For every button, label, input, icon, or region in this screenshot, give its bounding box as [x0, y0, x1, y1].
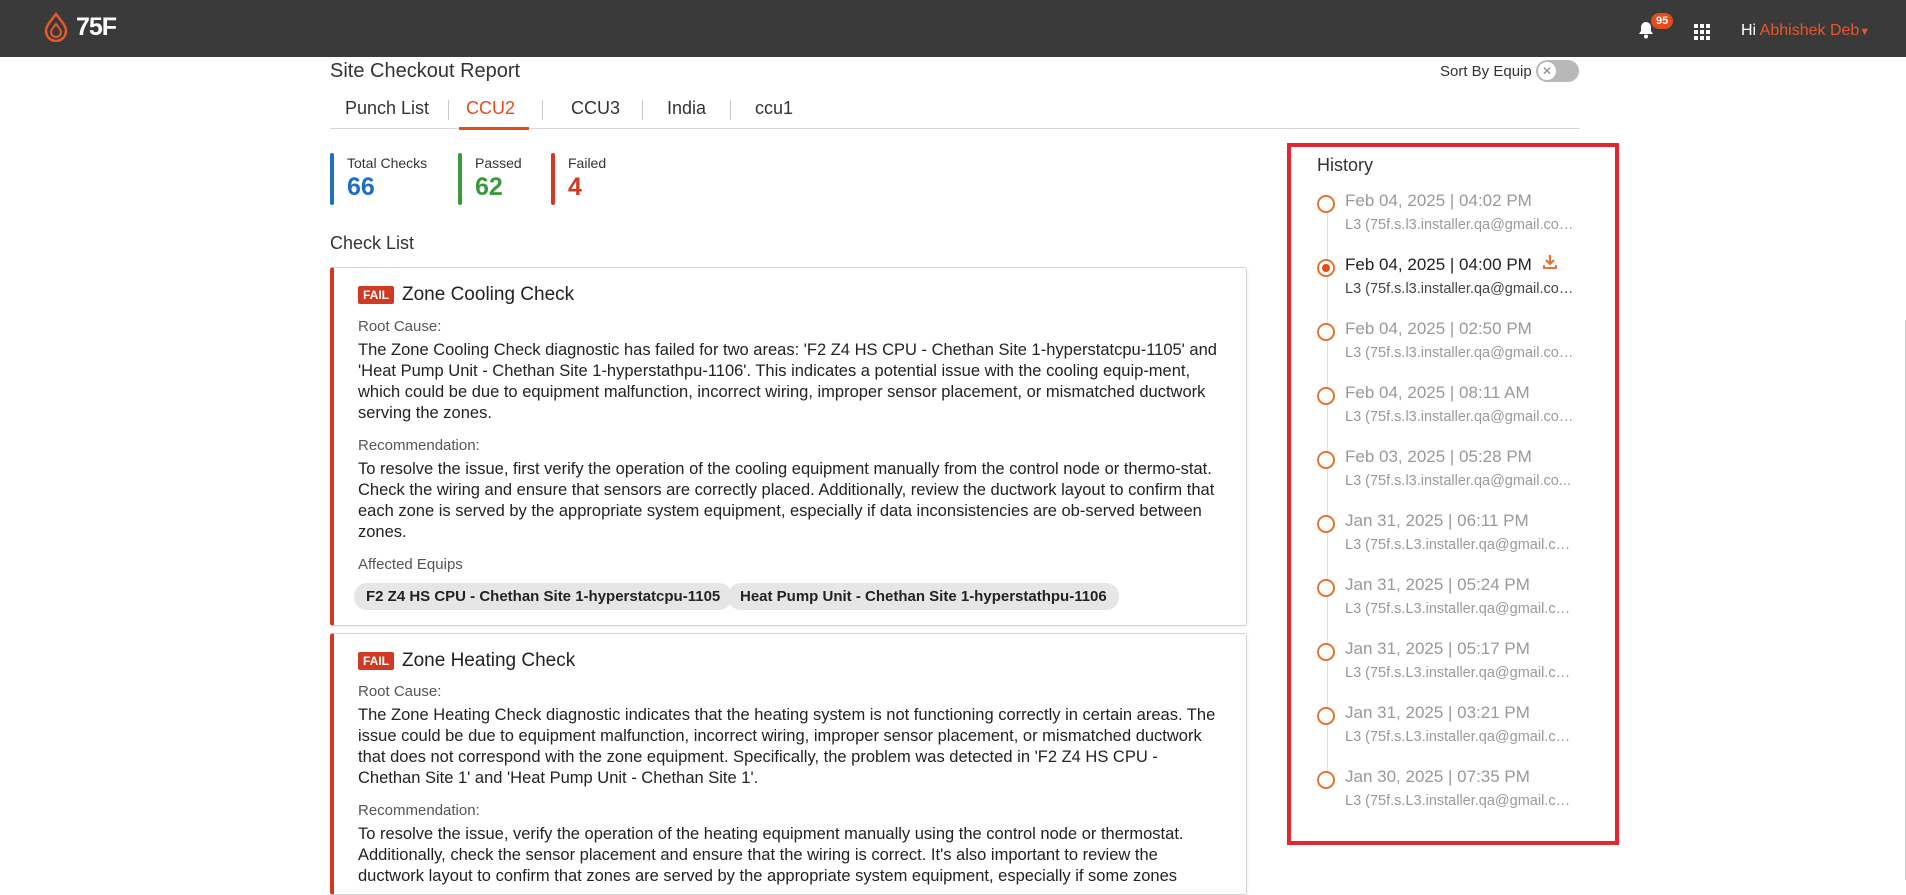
- root-cause-label: Root Cause:: [358, 683, 442, 700]
- tab-ccu2[interactable]: CCU2: [459, 98, 530, 130]
- history-date: Feb 04, 2025 | 08:11 AM: [1345, 383, 1530, 402]
- history-item[interactable]: Jan 31, 2025 | 06:11 PM L3 (75f.s.L3.ins…: [1317, 511, 1597, 569]
- tab-divider: [448, 100, 449, 120]
- tab-india[interactable]: India: [667, 98, 706, 127]
- total-checks-label: Total Checks: [347, 155, 428, 171]
- history-user: L3 (75f.s.L3.installer.qa@gmail.co...: [1345, 729, 1575, 745]
- stat-color-bar: [551, 153, 555, 205]
- total-checks-stat: Total Checks 66: [330, 153, 427, 205]
- check-list-heading: Check List: [330, 233, 415, 253]
- history-item[interactable]: Jan 31, 2025 | 05:17 PM L3 (75f.s.L3.ins…: [1317, 639, 1597, 697]
- sort-by-equip-label: Sort By Equip: [1440, 63, 1532, 80]
- greeting-text: Hi: [1741, 22, 1757, 39]
- tab-punch-list[interactable]: Punch List: [345, 98, 429, 127]
- history-item[interactable]: Feb 04, 2025 | 02:50 PM L3 (75f.s.l3.ins…: [1317, 319, 1597, 377]
- history-user: L3 (75f.s.L3.installer.qa@gmail.co...: [1345, 793, 1575, 809]
- history-user: L3 (75f.s.L3.installer.qa@gmail.co...: [1345, 537, 1575, 553]
- timeline-dot-icon: [1317, 451, 1335, 469]
- logo-text: 75F: [76, 12, 117, 41]
- timeline-dot-selected-icon: [1317, 259, 1335, 277]
- history-date: Jan 31, 2025 | 06:11 PM: [1345, 511, 1529, 530]
- history-user: L3 (75f.s.L3.installer.qa@gmail.co...: [1345, 665, 1575, 681]
- history-item[interactable]: Jan 31, 2025 | 03:21 PM L3 (75f.s.L3.ins…: [1317, 703, 1597, 761]
- check-card-header: FAIL Zone Cooling Check: [358, 284, 574, 306]
- logo-icon: [44, 12, 68, 42]
- history-user: L3 (75f.s.l3.installer.qa@gmail.com): [1345, 281, 1575, 297]
- check-title: Zone Heating Check: [402, 650, 576, 671]
- history-heading: History: [1317, 155, 1374, 175]
- affected-equip-chip[interactable]: Heat Pump Unit - Chethan Site 1-hypersta…: [728, 583, 1119, 610]
- passed-stat: Passed 62: [458, 153, 522, 205]
- history-user: L3 (75f.s.l3.installer.qa@gmail.co...: [1345, 473, 1571, 489]
- failed-value: 4: [568, 173, 582, 201]
- history-user: L3 (75f.s.l3.installer.qa@gmail.com): [1345, 345, 1575, 361]
- download-icon[interactable]: [1541, 253, 1559, 271]
- check-card-header: FAIL Zone Heating Check: [358, 650, 575, 672]
- timeline-dot-icon: [1317, 643, 1335, 661]
- history-user: L3 (75f.s.l3.installer.qa@gmail.com): [1345, 217, 1575, 233]
- timeline-dot-icon: [1317, 707, 1335, 725]
- history-user: L3 (75f.s.l3.installer.qa@gmail.com): [1345, 409, 1575, 425]
- fail-badge: FAIL: [358, 286, 394, 304]
- fail-badge: FAIL: [358, 652, 394, 670]
- page-title: Site Checkout Report: [330, 60, 521, 82]
- passed-label: Passed: [475, 155, 522, 171]
- history-date: Jan 31, 2025 | 05:24 PM: [1345, 575, 1530, 594]
- timeline-dot-icon: [1317, 515, 1335, 533]
- history-panel: History Feb 04, 2025 | 04:02 PM L3 (75f.…: [1287, 143, 1619, 845]
- failed-label: Failed: [568, 155, 607, 171]
- top-navigation-bar: 75F 95 Hi Abhishek Deb▼: [0, 0, 1906, 57]
- tab-divider: [642, 100, 643, 120]
- history-user: L3 (75f.s.L3.installer.qa@gmail.co...: [1345, 601, 1575, 617]
- affected-equip-chip[interactable]: F2 Z4 HS CPU - Chethan Site 1-hyperstatc…: [354, 583, 733, 610]
- check-title: Zone Cooling Check: [402, 284, 575, 305]
- ccu-tabs: Punch List CCU2 CCU3 India ccu1: [330, 92, 1580, 130]
- timeline-dot-icon: [1317, 579, 1335, 597]
- timeline-dot-icon: [1317, 195, 1335, 213]
- tab-divider: [730, 100, 731, 120]
- timeline-dot-icon: [1317, 771, 1335, 789]
- user-menu[interactable]: Hi Abhishek Deb▼: [1741, 22, 1870, 40]
- history-date: Feb 04, 2025 | 04:02 PM: [1345, 191, 1532, 210]
- app-logo[interactable]: 75F: [42, 12, 117, 42]
- stat-color-bar: [330, 153, 334, 205]
- chevron-down-icon: ▼: [1859, 26, 1871, 38]
- recommendation-label: Recommendation:: [358, 437, 480, 454]
- notification-count-badge: 95: [1651, 13, 1674, 29]
- history-item[interactable]: Jan 30, 2025 | 07:35 PM L3 (75f.s.L3.ins…: [1317, 767, 1597, 825]
- history-date: Jan 30, 2025 | 07:35 PM: [1345, 767, 1530, 786]
- tab-ccu1[interactable]: ccu1: [755, 98, 793, 127]
- root-cause-text: The Zone Cooling Check diagnostic has fa…: [358, 341, 1217, 422]
- history-item[interactable]: Jan 31, 2025 | 05:24 PM L3 (75f.s.L3.ins…: [1317, 575, 1597, 633]
- user-name: Abhishek Deb: [1759, 22, 1860, 39]
- timeline-dot-icon: [1317, 387, 1335, 405]
- root-cause-text: The Zone Heating Check diagnostic indica…: [358, 706, 1216, 787]
- history-date: Jan 31, 2025 | 03:21 PM: [1345, 703, 1530, 722]
- toggle-off-icon: ✕: [1538, 62, 1556, 80]
- sort-by-equip-toggle[interactable]: ✕: [1536, 60, 1579, 82]
- passed-value: 62: [475, 173, 503, 201]
- history-date: Feb 04, 2025 | 02:50 PM: [1345, 319, 1532, 338]
- recommendation-label: Recommendation:: [358, 802, 480, 819]
- history-item[interactable]: Feb 04, 2025 | 08:11 AM L3 (75f.s.l3.ins…: [1317, 383, 1597, 441]
- timeline-dot-icon: [1317, 323, 1335, 341]
- history-date: Feb 03, 2025 | 05:28 PM: [1345, 447, 1532, 466]
- recommendation-text: To resolve the issue, first verify the o…: [358, 460, 1215, 541]
- history-item[interactable]: Feb 03, 2025 | 05:28 PM L3 (75f.s.l3.ins…: [1317, 447, 1597, 505]
- stat-color-bar: [458, 153, 462, 205]
- total-checks-value: 66: [347, 173, 375, 201]
- tab-divider: [542, 100, 543, 120]
- failed-stat: Failed 4: [551, 153, 606, 205]
- history-date: Jan 31, 2025 | 05:17 PM: [1345, 639, 1530, 658]
- tab-ccu3[interactable]: CCU3: [571, 98, 620, 127]
- check-card-zone-cooling[interactable]: FAIL Zone Cooling Check Root Cause: The …: [330, 267, 1247, 626]
- history-date: Feb 04, 2025 | 04:00 PM: [1345, 255, 1532, 274]
- history-item[interactable]: Feb 04, 2025 | 04:02 PM L3 (75f.s.l3.ins…: [1317, 191, 1597, 249]
- affected-equips-label: Affected Equips: [358, 556, 463, 573]
- root-cause-label: Root Cause:: [358, 318, 442, 335]
- history-item[interactable]: Feb 04, 2025 | 04:00 PM L3 (75f.s.l3.ins…: [1317, 255, 1597, 313]
- check-card-zone-heating[interactable]: FAIL Zone Heating Check Root Cause: The …: [330, 633, 1247, 895]
- apps-grid-icon[interactable]: [1694, 24, 1710, 40]
